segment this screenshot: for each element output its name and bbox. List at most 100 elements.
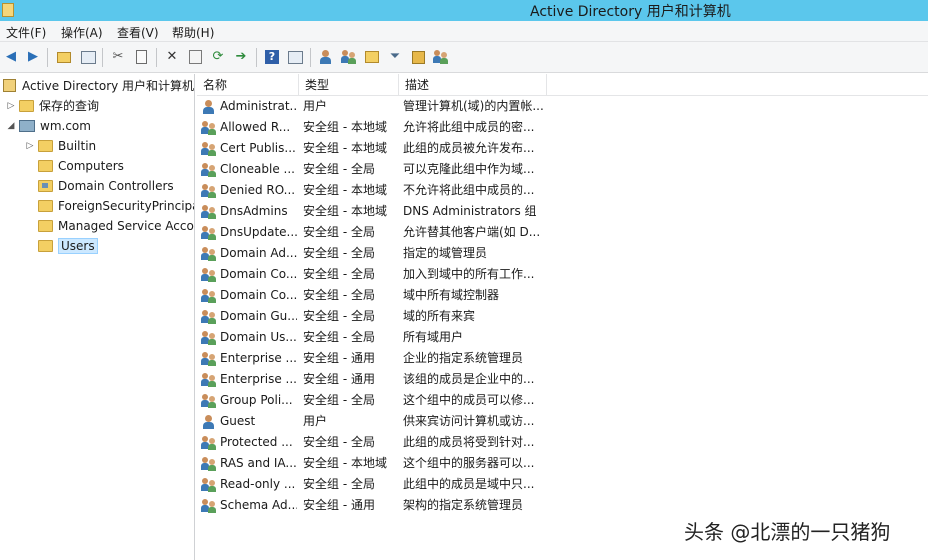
list-item-type: 安全组 - 全局 <box>303 477 375 491</box>
column-header-description[interactable]: 描述 <box>399 74 547 96</box>
tree-item-users[interactable]: Users <box>25 236 98 255</box>
list-item-name: DnsAdmins <box>220 204 288 218</box>
group-icon <box>201 120 217 135</box>
menu-action[interactable]: 操作(A) <box>61 24 103 41</box>
details-list: 名称 类型 描述 Administrat... 用户 管理计算机(域)的内置帐...… <box>197 74 928 560</box>
folder-icon <box>38 139 53 152</box>
list-item-type: 安全组 - 全局 <box>303 288 375 302</box>
list-item[interactable]: Domain Co... 安全组 - 全局 域中所有域控制器 <box>197 285 928 306</box>
list-item[interactable]: Domain Us... 安全组 - 全局 所有域用户 <box>197 327 928 348</box>
list-item-name-cell: Administrat... <box>201 96 297 117</box>
properties-icon[interactable] <box>186 48 204 66</box>
list-item-name: Domain Us... <box>220 330 297 344</box>
list-item-description: 架构的指定系统管理员 <box>403 498 524 512</box>
list-item-type: 安全组 - 全局 <box>303 309 375 323</box>
list-item-type: 安全组 - 通用 <box>303 351 375 365</box>
list-item-description: 允许替其他客户端(如 D... <box>403 225 541 239</box>
cut-icon[interactable]: ✂ <box>109 48 127 66</box>
list-item-type: 安全组 - 本地域 <box>303 141 387 155</box>
list-item-name-cell: Enterprise ... <box>201 369 297 390</box>
tree-item-domain-controllers[interactable]: Domain Controllers <box>25 176 174 195</box>
help-icon[interactable]: ? <box>263 48 281 66</box>
tree-item-builtin[interactable]: ▷ Builtin <box>25 136 97 155</box>
list-item-description: 此组中的成员是域中只... <box>403 477 535 491</box>
tree-item-label: Computers <box>58 158 124 173</box>
refresh-icon[interactable]: ⟳ <box>209 48 227 66</box>
forward-arrow-icon[interactable]: ▶ <box>24 48 42 66</box>
list-item-description: 所有域用户 <box>403 330 464 344</box>
list-item-type: 安全组 - 本地域 <box>303 120 387 134</box>
menu-bar: 文件(F) 操作(A) 查看(V) 帮助(H) <box>0 21 928 42</box>
delete-icon[interactable]: ✕ <box>163 48 181 66</box>
list-item-name: Guest <box>220 414 256 428</box>
back-arrow-icon[interactable]: ◀ <box>2 48 20 66</box>
tree-item-foreign-security-principals[interactable]: ForeignSecurityPrincipals <box>25 196 194 215</box>
tree-item-saved-queries[interactable]: ▷ 保存的查询 <box>6 96 99 115</box>
list-item[interactable]: Denied RO... 安全组 - 本地域 不允许将此组中成员的... <box>197 180 928 201</box>
list-item[interactable]: DnsAdmins 安全组 - 本地域 DNS Administrators 组 <box>197 201 928 222</box>
list-item[interactable]: Allowed R... 安全组 - 本地域 允许将此组中成员的密... <box>197 117 928 138</box>
export-list-icon[interactable]: ➔ <box>232 48 250 66</box>
list-item-type: 安全组 - 全局 <box>303 393 375 407</box>
menu-help[interactable]: 帮助(H) <box>172 24 214 41</box>
find-icon[interactable] <box>409 48 427 66</box>
menu-file[interactable]: 文件(F) <box>6 24 46 41</box>
menu-view[interactable]: 查看(V) <box>117 24 159 41</box>
column-header-name[interactable]: 名称 <box>197 74 299 96</box>
group-icon <box>201 330 217 345</box>
group-icon <box>201 267 217 282</box>
list-item[interactable]: Domain Ad... 安全组 - 全局 指定的域管理员 <box>197 243 928 264</box>
tree-pane: Active Directory 用户和计算机 ▷ 保存的查询 ◢ wm.com… <box>0 74 195 560</box>
tree-item-label: 保存的查询 <box>39 99 100 113</box>
list-item[interactable]: Protected ... 安全组 - 全局 此组的成员将受到针对... <box>197 432 928 453</box>
toolbar: ◀ ▶ ✂ ✕ ⟳ ➔ ? ⏷ <box>0 42 928 73</box>
tree-item-domain[interactable]: ◢ wm.com <box>6 116 91 135</box>
list-item[interactable]: Enterprise ... 安全组 - 通用 企业的指定系统管理员 <box>197 348 928 369</box>
list-item-description: 供来宾访问计算机或访... <box>403 414 535 428</box>
console-icon[interactable] <box>286 48 304 66</box>
list-item-name: DnsUpdate... <box>220 225 297 239</box>
chevron-down-icon[interactable]: ◢ <box>6 121 16 131</box>
list-item[interactable]: DnsUpdate... 安全组 - 全局 允许替其他客户端(如 D... <box>197 222 928 243</box>
chevron-right-icon[interactable]: ▷ <box>6 101 16 111</box>
tree-item-managed-service-accounts[interactable]: Managed Service Accounts <box>25 216 194 235</box>
tree-root[interactable]: Active Directory 用户和计算机 <box>3 76 194 95</box>
domain-icon <box>19 119 35 132</box>
add-to-group-icon[interactable] <box>432 48 450 66</box>
ad-users-computers-icon <box>3 79 16 92</box>
list-item[interactable]: Group Poli... 安全组 - 全局 这个组中的成员可以修... <box>197 390 928 411</box>
tree-item-computers[interactable]: Computers <box>25 156 124 175</box>
show-tree-icon[interactable] <box>79 48 97 66</box>
toolbar-separator <box>47 48 48 67</box>
up-folder-icon[interactable] <box>55 48 73 66</box>
new-ou-icon[interactable] <box>363 48 381 66</box>
list-item-description: 加入到域中的所有工作... <box>403 267 535 281</box>
new-group-icon[interactable] <box>340 48 358 66</box>
list-item[interactable]: Schema Ad... 安全组 - 通用 架构的指定系统管理员 <box>197 495 928 516</box>
new-user-icon[interactable] <box>317 48 335 66</box>
folder-icon <box>19 99 34 112</box>
copy-icon[interactable] <box>132 48 150 66</box>
filter-icon[interactable]: ⏷ <box>386 48 404 66</box>
list-item[interactable]: Domain Gu... 安全组 - 全局 域的所有来宾 <box>197 306 928 327</box>
list-item-description: 企业的指定系统管理员 <box>403 351 524 365</box>
tree-root-label: Active Directory 用户和计算机 <box>22 79 195 93</box>
list-item[interactable]: Enterprise ... 安全组 - 通用 该组的成员是企业中的... <box>197 369 928 390</box>
list-item[interactable]: Read-only ... 安全组 - 全局 此组中的成员是域中只... <box>197 474 928 495</box>
list-item[interactable]: RAS and IA... 安全组 - 本地域 这个组中的服务器可以... <box>197 453 928 474</box>
list-item[interactable]: Domain Co... 安全组 - 全局 加入到域中的所有工作... <box>197 264 928 285</box>
list-item-name-cell: Cert Publis... <box>201 138 297 159</box>
list-item-type: 安全组 - 全局 <box>303 267 375 281</box>
list-item-name-cell: Domain Us... <box>201 327 297 348</box>
list-item[interactable]: Cert Publis... 安全组 - 本地域 此组的成员被允许发布... <box>197 138 928 159</box>
list-item[interactable]: Administrat... 用户 管理计算机(域)的内置帐... <box>197 96 928 117</box>
list-item[interactable]: Cloneable ... 安全组 - 全局 可以克隆此组中作为域... <box>197 159 928 180</box>
list-item-name-cell: Domain Co... <box>201 264 297 285</box>
list-item-name-cell: Denied RO... <box>201 180 297 201</box>
folder-icon <box>38 219 53 232</box>
group-icon <box>201 435 217 450</box>
chevron-right-icon[interactable]: ▷ <box>25 141 35 151</box>
group-icon <box>201 372 217 387</box>
column-header-type[interactable]: 类型 <box>299 74 399 96</box>
list-item[interactable]: Guest 用户 供来宾访问计算机或访... <box>197 411 928 432</box>
